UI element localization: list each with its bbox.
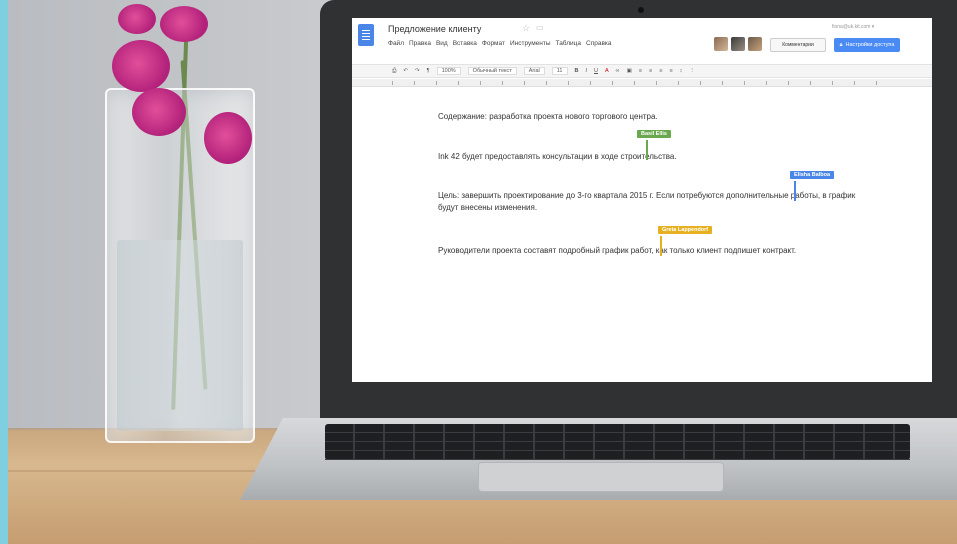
font-size-select[interactable]: 11: [551, 67, 568, 75]
share-button[interactable]: 🔒︎ Настройки доступа: [834, 38, 900, 52]
document-title[interactable]: Предложение клиенту: [388, 24, 481, 34]
laptop-screen: Предложение клиенту ☆ ▭ Файл Правка Вид …: [352, 18, 932, 382]
bold-icon[interactable]: B: [575, 68, 579, 74]
document-page[interactable]: Содержание: разработка проекта нового то…: [352, 88, 932, 382]
user-email[interactable]: fiona@uk.kit.com ▾: [832, 24, 874, 30]
paragraph-schedule[interactable]: Руководители проекта составят подробный …: [438, 245, 868, 257]
align-center-icon[interactable]: ≡: [649, 68, 652, 74]
redo-icon[interactable]: ↷: [415, 68, 420, 74]
docs-header: Предложение клиенту ☆ ▭ Файл Правка Вид …: [352, 18, 932, 64]
menu-view[interactable]: Вид: [436, 40, 448, 47]
avatar[interactable]: [714, 37, 728, 51]
menu-tools[interactable]: Инструменты: [510, 40, 551, 47]
comment-icon[interactable]: ▣: [627, 68, 632, 74]
orchid-flower: [204, 112, 252, 164]
collaborator-cursor: [794, 181, 796, 201]
paint-format-icon[interactable]: ¶: [427, 68, 430, 74]
formatting-toolbar: ⎙ ↶ ↷ ¶ 100% Обычный текст Arial 11 B I …: [352, 64, 932, 78]
left-border-stripe: [0, 0, 8, 544]
orchid-flower: [132, 88, 186, 136]
share-button-label: Настройки доступа: [845, 42, 895, 48]
collaborator-cursor: [660, 236, 662, 256]
undo-icon[interactable]: ↶: [403, 68, 408, 74]
paragraph-goal[interactable]: Цель: завершить проектирование до 3-го к…: [438, 190, 868, 214]
keyboard-rows: [325, 424, 910, 460]
webcam: [638, 7, 644, 13]
orchid-flower: [160, 6, 208, 42]
print-icon[interactable]: ⎙: [392, 68, 396, 75]
docs-logo-icon[interactable]: [358, 24, 374, 46]
avatar[interactable]: [748, 37, 762, 51]
menu-bar: Файл Правка Вид Вставка Формат Инструмен…: [388, 40, 612, 47]
vase-water: [117, 240, 243, 431]
zoom-select[interactable]: 100%: [436, 67, 461, 75]
link-icon[interactable]: ∞: [616, 68, 620, 74]
font-select[interactable]: Arial: [523, 67, 545, 75]
folder-icon[interactable]: ▭: [536, 23, 544, 32]
numbered-list-icon[interactable]: ⋮: [689, 68, 695, 74]
menu-help[interactable]: Справка: [586, 40, 612, 47]
photo-scene: Предложение клиенту ☆ ▭ Файл Правка Вид …: [0, 0, 957, 544]
align-right-icon[interactable]: ≡: [659, 68, 662, 74]
collaborator-cursor: [646, 140, 648, 160]
orchid-flower: [112, 40, 170, 92]
paragraph-content[interactable]: Содержание: разработка проекта нового то…: [438, 111, 868, 123]
italic-icon[interactable]: I: [585, 68, 587, 74]
collaborator-cursor-label: Elisha Balboa: [790, 171, 835, 179]
ruler[interactable]: [352, 79, 932, 87]
menu-table[interactable]: Таблица: [556, 40, 582, 47]
menu-file[interactable]: Файл: [388, 40, 404, 47]
underline-icon[interactable]: U: [594, 68, 598, 74]
star-icon[interactable]: ☆: [522, 23, 530, 34]
avatar[interactable]: [731, 37, 745, 51]
ruler-ticks: [392, 81, 892, 85]
lock-icon: 🔒︎: [839, 41, 843, 48]
menu-insert[interactable]: Вставка: [453, 40, 477, 47]
laptop-trackpad: [478, 462, 724, 492]
menu-edit[interactable]: Правка: [409, 40, 431, 47]
text-color-icon[interactable]: A: [605, 68, 609, 74]
collaborator-avatars: [714, 37, 762, 51]
collaborator-cursor-label: Basil Ellis: [637, 130, 671, 138]
style-select[interactable]: Обычный текст: [467, 67, 517, 75]
paragraph-consulting[interactable]: Ink 42 будет предоставлять консультации …: [438, 151, 868, 163]
justify-icon[interactable]: ≡: [669, 68, 672, 74]
menu-format[interactable]: Формат: [482, 40, 505, 47]
line-spacing-icon[interactable]: ↕: [680, 68, 683, 74]
orchid-flower: [118, 4, 156, 34]
comments-button[interactable]: Комментарии: [770, 38, 826, 52]
align-left-icon[interactable]: ≡: [639, 68, 642, 74]
collaborator-cursor-label: Greta Lappendorf: [658, 226, 713, 234]
